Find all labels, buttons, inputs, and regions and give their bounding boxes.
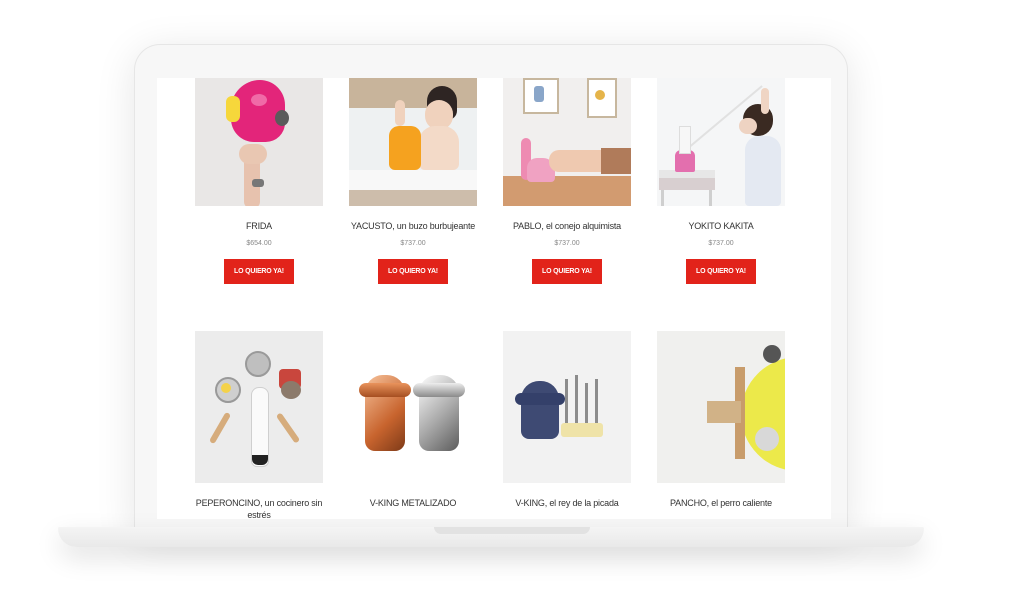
product-grid: FRIDA $654.00 LO QUIERO YA! YACUSTO, un …	[157, 78, 831, 519]
product-card-peperoncino: PEPERONCINO, un cocinero sin estrés	[195, 331, 323, 519]
product-price: $737.00	[708, 240, 734, 247]
product-card-pancho: PANCHO, el perro caliente	[657, 331, 785, 509]
product-card-vking-picada: V-KING, el rey de la picada	[503, 331, 631, 509]
product-price: $654.00	[246, 240, 272, 247]
buy-button[interactable]: LO QUIERO YA!	[378, 259, 448, 284]
laptop-notch	[434, 527, 590, 534]
viking-picks-image[interactable]	[503, 331, 631, 483]
bath-child-image[interactable]	[349, 78, 477, 206]
buy-button[interactable]: LO QUIERO YA!	[686, 259, 756, 284]
metal-figures-image[interactable]	[349, 331, 477, 483]
product-name[interactable]: PANCHO, el perro caliente	[657, 497, 785, 509]
product-card-vking-metalizado: V-KING METALIZADO	[349, 331, 477, 509]
product-price: $737.00	[400, 240, 426, 247]
product-name[interactable]: FRIDA	[195, 220, 323, 232]
product-name[interactable]: PEPERONCINO, un cocinero sin estrés	[195, 497, 323, 519]
product-name[interactable]: YACUSTO, un buzo burbujeante	[349, 220, 477, 232]
pink-toy-image[interactable]	[195, 78, 323, 206]
product-card-yokito: YOKITO KAKITA $737.00 LO QUIERO YA!	[657, 78, 785, 284]
buy-button[interactable]: LO QUIERO YA!	[532, 259, 602, 284]
product-card-frida: FRIDA $654.00 LO QUIERO YA!	[195, 78, 323, 284]
product-card-yacusto: YACUSTO, un buzo burbujeante $737.00 LO …	[349, 78, 477, 284]
product-name[interactable]: YOKITO KAKITA	[657, 220, 785, 232]
product-name[interactable]: V-KING METALIZADO	[349, 497, 477, 509]
yellow-dog-image[interactable]	[657, 331, 785, 483]
product-name[interactable]: V-KING, el rey de la picada	[503, 497, 631, 509]
kitchen-utensils-image[interactable]	[195, 331, 323, 483]
buy-button[interactable]: LO QUIERO YA!	[224, 259, 294, 284]
product-name[interactable]: PABLO, el conejo alquimista	[503, 220, 631, 232]
product-card-pablo: PABLO, el conejo alquimista $737.00 LO Q…	[503, 78, 631, 284]
bunny-toy-image[interactable]	[503, 78, 631, 206]
child-stairs-image[interactable]	[657, 78, 785, 206]
product-price: $737.00	[554, 240, 580, 247]
